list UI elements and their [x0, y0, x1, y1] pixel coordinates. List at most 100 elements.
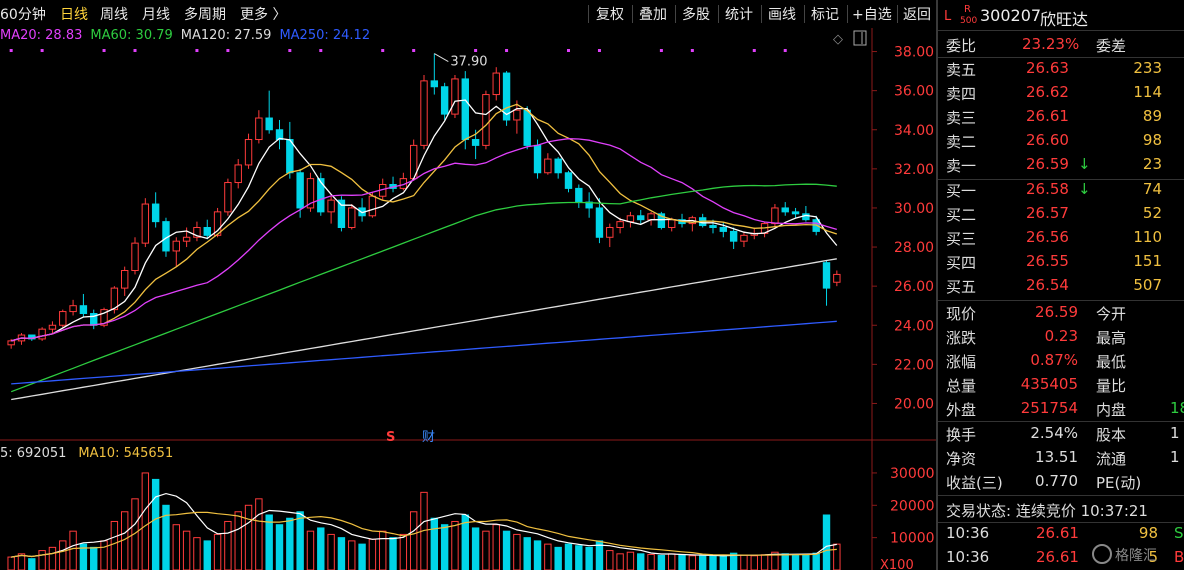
candle[interactable]	[492, 72, 500, 96]
stat-value: 251754	[1020, 399, 1078, 417]
order-book-row[interactable]: 买三 26.56 110	[938, 226, 1184, 250]
order-book-row[interactable]: 卖五 26.63 233	[938, 57, 1184, 81]
candle[interactable]	[141, 203, 150, 244]
candle[interactable]	[729, 230, 738, 242]
period-toolbar: 60分钟 日线 周线 月线 多周期 更多 〉 复权 叠加 多股 统计 画线 标记…	[0, 0, 936, 28]
candle[interactable]	[224, 182, 232, 213]
tab-monthly[interactable]: 月线	[142, 4, 170, 24]
candle[interactable]	[482, 94, 490, 146]
level-volume: 52	[1142, 204, 1162, 222]
add-watch-button[interactable]: +自选	[852, 4, 892, 24]
order-book-row[interactable]: 卖三 26.61 89	[938, 105, 1184, 129]
candle[interactable]	[451, 78, 459, 115]
mark-button[interactable]: 标记	[811, 4, 839, 24]
stat-value: 13.51	[1035, 448, 1078, 466]
order-book-row[interactable]: 卖四 26.62 114	[938, 81, 1184, 105]
candle[interactable]	[647, 213, 655, 221]
tick-row[interactable]: 10:36 26.61 98 S	[938, 522, 1184, 546]
candle[interactable]	[564, 172, 573, 189]
candle[interactable]	[637, 215, 645, 221]
candle[interactable]	[833, 273, 841, 283]
candle[interactable]	[327, 199, 335, 213]
candle[interactable]	[791, 211, 800, 215]
order-book-row[interactable]: 买五 26.54 507	[938, 274, 1184, 298]
candle[interactable]	[348, 207, 356, 228]
candle[interactable]	[151, 203, 160, 223]
candle[interactable]	[471, 139, 480, 146]
candle[interactable]	[668, 219, 676, 228]
candle[interactable]	[244, 139, 253, 166]
candle[interactable]	[286, 139, 294, 174]
tab-daily[interactable]: 日线	[60, 4, 88, 24]
candle[interactable]	[79, 305, 88, 315]
tab-multi-period[interactable]: 多周期	[184, 4, 226, 24]
candle[interactable]	[368, 195, 377, 217]
candle[interactable]	[120, 270, 129, 289]
kline-chart[interactable]: 38.00 36.00 34.00 32.00 30.00 28.00 26.00 24.00…	[0, 28, 936, 570]
candle[interactable]	[59, 311, 67, 326]
candle[interactable]	[554, 158, 562, 174]
candle[interactable]	[575, 187, 583, 203]
order-book-row[interactable]: 买一 26.58 ↓ 74	[938, 178, 1184, 202]
order-book-row[interactable]: 卖二 26.60 98	[938, 129, 1184, 153]
candle[interactable]	[461, 78, 469, 141]
candle[interactable]	[781, 207, 789, 213]
candle[interactable]	[595, 207, 604, 238]
candle[interactable]	[172, 240, 180, 252]
candle[interactable]	[317, 178, 325, 213]
candle[interactable]	[69, 305, 77, 313]
candle[interactable]	[7, 340, 15, 346]
volume-bar	[151, 478, 160, 570]
l-badge: L	[944, 9, 952, 24]
candle[interactable]	[430, 80, 439, 88]
signal-dot	[566, 49, 570, 52]
candle[interactable]	[822, 262, 831, 289]
candle[interactable]	[420, 80, 428, 146]
tab-weekly[interactable]: 周线	[100, 4, 128, 24]
candle[interactable]	[709, 225, 717, 228]
candle[interactable]	[265, 117, 273, 131]
window-toggle-icon[interactable]	[853, 30, 867, 46]
quote-panel: L R 500 300207 欣旺达 委比 23.23% 委差 卖五 26.63 2…	[938, 0, 1184, 570]
candle[interactable]	[182, 236, 191, 242]
candle[interactable]	[203, 227, 211, 236]
volume-bar	[471, 527, 480, 570]
candle[interactable]	[533, 144, 542, 174]
candle[interactable]	[802, 213, 810, 221]
candle[interactable]	[234, 164, 242, 184]
back-button[interactable]: 返回	[903, 4, 931, 24]
tab-60min[interactable]: 60分钟	[0, 4, 46, 24]
candle[interactable]	[255, 117, 263, 141]
diamond-icon[interactable]: ◇	[833, 32, 843, 47]
order-book-row[interactable]: 买四 26.55 151	[938, 250, 1184, 274]
restore-rights-button[interactable]: 复权	[596, 4, 624, 24]
candle[interactable]	[48, 324, 57, 330]
order-book-row[interactable]: 买二 26.57 52	[938, 202, 1184, 226]
candle[interactable]	[771, 207, 779, 225]
event-marker-s[interactable]: S	[386, 430, 395, 445]
candle[interactable]	[38, 328, 46, 340]
volume-bar	[606, 550, 614, 570]
overlay-button[interactable]: 叠加	[639, 4, 667, 24]
candle[interactable]	[337, 199, 346, 229]
candle[interactable]	[544, 158, 552, 174]
event-marker-finance[interactable]: 财	[422, 430, 435, 445]
signal-dot	[319, 49, 323, 52]
volume-bar	[513, 533, 521, 570]
candle[interactable]	[719, 227, 728, 232]
stats-button[interactable]: 统计	[725, 4, 753, 24]
candle[interactable]	[740, 234, 748, 242]
multi-stock-button[interactable]: 多股	[682, 4, 710, 24]
candle[interactable]	[523, 109, 531, 146]
candle[interactable]	[131, 242, 139, 272]
draw-button[interactable]: 画线	[768, 4, 796, 24]
candle[interactable]	[606, 227, 614, 238]
order-book-row[interactable]: 卖一 26.59 ↓ 23	[938, 153, 1184, 177]
candle[interactable]	[296, 172, 304, 209]
more-menu[interactable]: 更多 〉	[240, 4, 286, 24]
candle[interactable]	[616, 221, 624, 228]
down-arrow-icon: ↓	[1078, 155, 1091, 173]
candle[interactable]	[513, 109, 521, 121]
stat-value: 0.770	[1035, 472, 1078, 490]
candle[interactable]	[440, 86, 449, 115]
